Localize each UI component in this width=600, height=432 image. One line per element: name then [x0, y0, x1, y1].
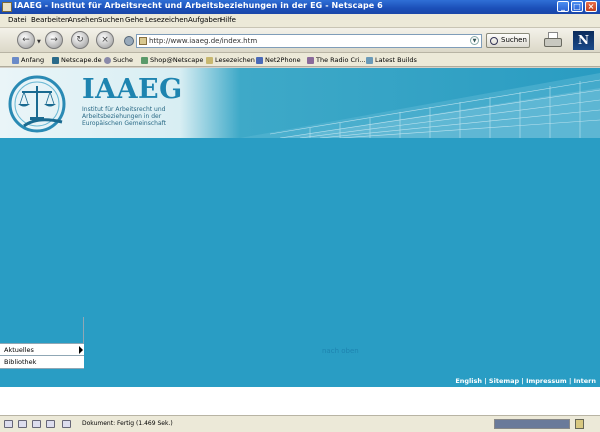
sidebar-item-bibliothek[interactable]: Bibliothek	[0, 356, 84, 369]
security-lock-icon[interactable]	[575, 419, 584, 429]
bookmark-latest-builds[interactable]: Latest Builds	[366, 55, 417, 65]
url-bar[interactable]: ▼	[136, 34, 482, 48]
navigation-toolbar: ← ▼ → ↻ × ▼ Suchen N	[0, 28, 600, 53]
site-header: IAAEG Institut für Arbeitsrecht und Arbe…	[0, 68, 600, 387]
bookmark-anfang[interactable]: Anfang	[12, 55, 44, 65]
mail-icon[interactable]	[4, 420, 13, 428]
status-bar: Dokument: Fertig (1.469 Sek.)	[0, 415, 600, 432]
search-icon	[104, 57, 111, 64]
menu-lesezeichen[interactable]: Lesezeichen	[145, 16, 188, 24]
phone-icon	[256, 57, 263, 64]
link-intern[interactable]: Intern	[574, 377, 596, 385]
bookmark-netscape[interactable]: Netscape.de	[52, 55, 102, 65]
bookmark-suche[interactable]: Suche	[104, 55, 133, 65]
sidebar-item-aktuelles[interactable]: Aktuelles	[0, 343, 84, 356]
menu-suchen[interactable]: Suchen	[98, 16, 124, 24]
menu-datei[interactable]: Datei	[8, 16, 27, 24]
folder-icon	[206, 57, 213, 64]
back-to-top-link[interactable]: nach oben	[322, 347, 359, 355]
page-info-icon[interactable]	[124, 36, 134, 46]
building-header-image	[240, 73, 600, 138]
bookmark-net2phone[interactable]: Net2Phone	[256, 55, 301, 65]
bookmark-radio[interactable]: The Radio Cri...	[307, 55, 366, 65]
menu-gehe[interactable]: Gehe	[125, 16, 143, 24]
back-dropdown-icon[interactable]: ▼	[37, 39, 41, 45]
connection-icon[interactable]	[62, 420, 71, 428]
site-favicon-icon	[139, 37, 147, 45]
menu-hilfe[interactable]: Hilfe	[220, 16, 236, 24]
header-links: English | Sitemap | Impressum | Intern	[455, 377, 596, 385]
bookmark-lesezeichen[interactable]: Lesezeichen	[206, 55, 255, 65]
reload-icon[interactable]: ↻	[71, 31, 89, 49]
link-impressum[interactable]: Impressum	[526, 377, 567, 385]
window-title: IAAEG - Institut für Arbeitsrecht und Ar…	[14, 1, 383, 10]
menu-bar: Datei Bearbeiten Ansehen Suchen Gehe Les…	[0, 14, 600, 28]
stop-icon[interactable]: ×	[96, 31, 114, 49]
personal-toolbar: Anfang Netscape.de Suche Shop@Netscape L…	[0, 53, 600, 67]
progress-fill	[495, 420, 569, 428]
hero-banner: English | Sitemap | Impressum | Intern	[0, 138, 600, 387]
status-text: Dokument: Fertig (1.469 Sek.)	[82, 420, 173, 427]
netscape-icon	[52, 57, 59, 64]
scales-of-justice-logo-icon	[8, 75, 66, 133]
link-english[interactable]: English	[455, 377, 482, 385]
menu-ansehen[interactable]: Ansehen	[68, 16, 98, 24]
composer-icon[interactable]	[18, 420, 27, 428]
back-icon[interactable]: ←	[17, 31, 35, 49]
progress-bar	[494, 419, 570, 429]
search-button[interactable]: Suchen	[486, 33, 530, 48]
bookmark-shop[interactable]: Shop@Netscape	[141, 55, 203, 65]
forward-icon[interactable]: →	[45, 31, 63, 49]
aim-icon[interactable]	[32, 420, 41, 428]
netscape-logo-icon[interactable]: N	[573, 31, 594, 50]
print-icon[interactable]	[544, 32, 564, 48]
home-icon	[12, 57, 19, 64]
page-viewport: IAAEG Institut für Arbeitsrecht und Arbe…	[0, 68, 600, 415]
minimize-button[interactable]: _	[557, 1, 569, 12]
menu-aufgaben[interactable]: Aufgaben	[188, 16, 222, 24]
url-input[interactable]	[149, 36, 467, 46]
maximize-button[interactable]: □	[571, 1, 583, 12]
bookmark-icon	[366, 57, 373, 64]
radio-icon	[307, 57, 314, 64]
app-icon	[2, 2, 12, 12]
site-brand: IAAEG	[82, 74, 183, 105]
magnifier-icon	[490, 37, 498, 45]
link-sitemap[interactable]: Sitemap	[489, 377, 519, 385]
browser-window: IAAEG - Institut für Arbeitsrecht und Ar…	[0, 0, 600, 432]
url-history-dropdown-icon[interactable]: ▼	[470, 36, 479, 45]
title-bar: IAAEG - Institut für Arbeitsrecht und Ar…	[0, 0, 600, 14]
search-button-label: Suchen	[501, 36, 527, 44]
menu-bearbeiten[interactable]: Bearbeiten	[31, 16, 69, 24]
shop-icon	[141, 57, 148, 64]
site-tagline: Institut für Arbeitsrecht und Arbeitsbez…	[82, 106, 166, 128]
arrow-right-icon	[79, 346, 83, 354]
sidebar-nav: Aktuelles Bibliothek	[0, 343, 84, 369]
address-book-icon[interactable]	[46, 420, 55, 428]
close-button[interactable]: ×	[585, 1, 597, 12]
